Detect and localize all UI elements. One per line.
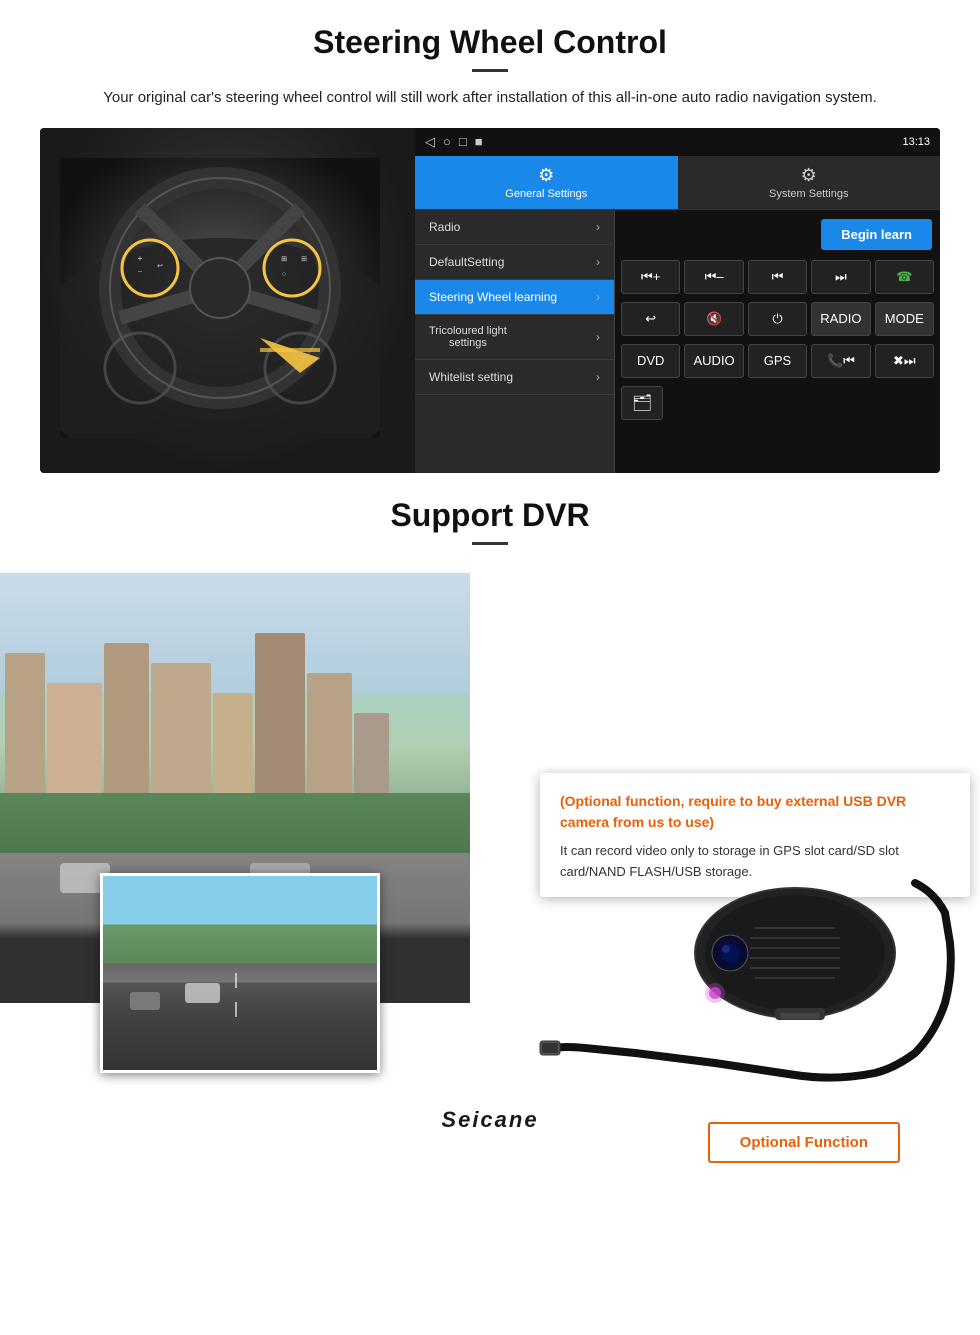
android-panel: ◁ ○ □ ■ 13:13 ⚙ General Settings ⚙ Syste… [415, 128, 940, 473]
svg-text:○: ○ [282, 271, 286, 278]
chevron-icon-radio: › [596, 220, 600, 234]
menu-item-steering-wheel[interactable]: Steering Wheel learning › [415, 280, 614, 315]
back-icon[interactable]: ◁ [425, 134, 435, 150]
optional-function-badge: Optional Function [708, 1122, 900, 1163]
menu-item-radio[interactable]: Radio › [415, 210, 614, 245]
camera-svg [535, 853, 965, 1103]
statusbar-nav-icons: ◁ ○ □ ■ [425, 134, 483, 150]
btn-folder[interactable]: 🗂 [621, 386, 663, 420]
svg-text:⊞: ⊞ [281, 256, 287, 263]
btn-power[interactable]: ⏻ [748, 302, 807, 336]
tab-system-label: System Settings [769, 188, 848, 200]
menu-item-tricoloured[interactable]: Tricoloured lightsettings › [415, 315, 614, 360]
button-grid-panel: Begin learn ⏮+ ⏮– ⏮ ⏭ ☎ ↩ 🔇 ⏻ [615, 210, 940, 473]
dvr-image-area: (Optional function, require to buy exter… [0, 573, 980, 1193]
dvr-section: Support DVR [0, 473, 980, 1193]
menu-item-default-setting[interactable]: DefaultSetting › [415, 245, 614, 280]
btn-skip-next[interactable]: ✖⏭ [875, 344, 934, 378]
steering-title: Steering Wheel Control [40, 24, 940, 61]
chevron-icon-whitelist: › [596, 370, 600, 384]
chevron-icon-default: › [596, 255, 600, 269]
btn-hang-up[interactable]: ↩ [621, 302, 680, 336]
ctrl-btn-row3: DVD AUDIO GPS 📞⏮ ✖⏭ [615, 340, 940, 382]
chevron-icon-steering: › [596, 290, 600, 304]
btn-phone-prev[interactable]: 📞⏮ [811, 344, 870, 378]
steering-image-area: + – ↩ ⊞ ⊞ ○ ◁ ○ □ [40, 128, 940, 473]
menu-whitelist-label: Whitelist setting [429, 370, 513, 384]
statusbar-time: 13:13 [902, 136, 930, 148]
ctrl-btn-row2: ↩ 🔇 ⏻ RADIO MODE [615, 298, 940, 340]
steering-section: Steering Wheel Control Your original car… [0, 0, 980, 473]
btn-vol-down[interactable]: ⏮– [684, 260, 743, 294]
recent-icon[interactable]: □ [459, 134, 467, 150]
home-icon[interactable]: ○ [443, 134, 451, 150]
seicane-logo: Seicane [441, 1107, 538, 1133]
menu-steering-label: Steering Wheel learning [429, 290, 557, 304]
btn-gps[interactable]: GPS [748, 344, 807, 378]
ctrl-btn-row1: ⏮+ ⏮– ⏮ ⏭ ☎ [615, 256, 940, 298]
btn-vol-up[interactable]: ⏮+ [621, 260, 680, 294]
svg-text:⊞: ⊞ [301, 256, 307, 263]
menu-icon[interactable]: ■ [475, 134, 483, 150]
steering-wheel-svg: + – ↩ ⊞ ⊞ ○ [60, 158, 380, 438]
svg-text:–: – [138, 268, 142, 275]
begin-learn-button[interactable]: Begin learn [821, 219, 932, 250]
svg-text:+: + [138, 254, 143, 263]
optional-function-label: Optional Function [740, 1134, 868, 1151]
menu-list: Radio › DefaultSetting › Steering Wheel … [415, 210, 615, 473]
general-settings-icon: ⚙ [538, 165, 554, 186]
svg-text:↩: ↩ [157, 263, 163, 270]
title-divider [472, 69, 508, 72]
btn-next-track[interactable]: ⏭ [811, 260, 870, 294]
menu-tricoloured-label: Tricoloured lightsettings [429, 325, 507, 349]
btn-mode[interactable]: MODE [875, 302, 934, 336]
btn-phone[interactable]: ☎ [875, 260, 934, 294]
dvr-optional-text: (Optional function, require to buy exter… [560, 791, 950, 833]
dvr-thumbnail [100, 873, 380, 1073]
btn-radio[interactable]: RADIO [811, 302, 870, 336]
dvr-divider [472, 542, 508, 545]
menu-radio-label: Radio [429, 220, 460, 234]
btn-audio[interactable]: AUDIO [684, 344, 743, 378]
android-tabs: ⚙ General Settings ⚙ System Settings [415, 156, 940, 210]
btn-dvd[interactable]: DVD [621, 344, 680, 378]
android-content: Radio › DefaultSetting › Steering Wheel … [415, 210, 940, 473]
btn-prev-track[interactable]: ⏮ [748, 260, 807, 294]
tab-system-settings[interactable]: ⚙ System Settings [678, 156, 941, 209]
tab-general-label: General Settings [505, 188, 587, 200]
dvr-camera-device [535, 853, 965, 1103]
chevron-icon-tricoloured: › [596, 330, 600, 344]
menu-item-whitelist[interactable]: Whitelist setting › [415, 360, 614, 395]
dvr-title: Support DVR [40, 497, 940, 534]
menu-default-label: DefaultSetting [429, 255, 504, 269]
steering-photo: + – ↩ ⊞ ⊞ ○ [40, 128, 415, 473]
tab-general-settings[interactable]: ⚙ General Settings [415, 156, 678, 209]
dvr-title-area: Support DVR [0, 473, 980, 573]
steering-subtitle: Your original car's steering wheel contr… [40, 86, 940, 110]
btn-mute[interactable]: 🔇 [684, 302, 743, 336]
system-settings-icon: ⚙ [801, 165, 817, 186]
android-statusbar: ◁ ○ □ ■ 13:13 [415, 128, 940, 156]
